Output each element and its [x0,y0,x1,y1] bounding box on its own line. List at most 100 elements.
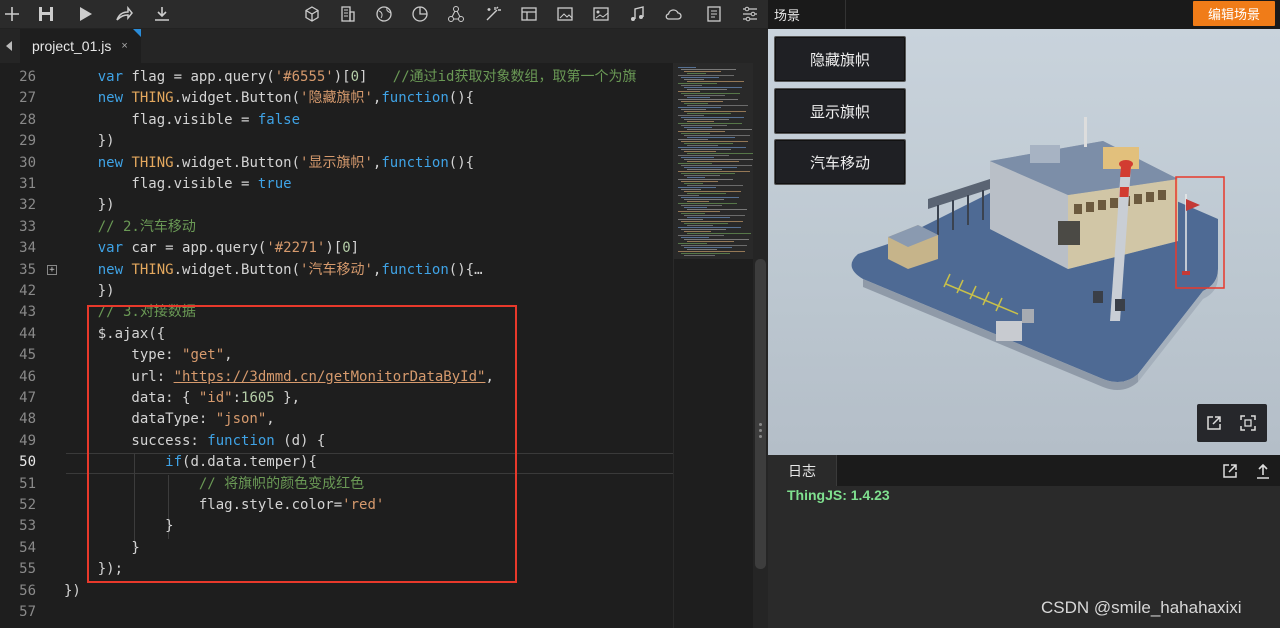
scene-viewport[interactable]: 隐藏旗帜 显示旗帜 汽车移动 [768,29,1280,455]
code-line[interactable]: 30 new THING.widget.Button('显示旗帜',functi… [0,153,673,174]
minimap-line [687,145,718,146]
edit-scene-button[interactable]: 编辑场景 [1193,1,1275,26]
minimap-line [681,229,726,230]
download-icon[interactable] [150,2,174,26]
minimap-line [681,125,727,126]
show-flag-button[interactable]: 显示旗帜 [774,88,906,134]
main-toolbar [0,0,768,29]
run-icon[interactable] [73,2,97,26]
line-number: 55 [19,561,36,578]
line-number: 28 [19,111,36,128]
open-external-icon[interactable] [1203,412,1225,434]
code-line[interactable]: 55 }); [0,559,673,580]
minimap-line [678,203,737,204]
minimap-line [684,87,742,88]
editor-scrollbar[interactable] [753,29,768,628]
flag-base [1182,271,1190,275]
code-line[interactable]: 57 [0,602,673,623]
code-line[interactable]: 42 }) [0,281,673,302]
globe-icon[interactable] [372,2,396,26]
code-line[interactable]: 26 var flag = app.query('#6555')[0] //通过… [0,67,673,88]
save-icon[interactable] [34,2,58,26]
minimap-line [678,195,699,196]
minimap-line [681,189,701,190]
notes-icon[interactable] [702,2,726,26]
code-line[interactable]: 54 } [0,538,673,559]
code-line[interactable]: 50 if(d.data.temper){ [0,452,673,473]
code-line[interactable]: 47 data: { "id":1605 }, [0,388,673,409]
code-line[interactable]: 28 flag.visible = false [0,110,673,131]
tab-scene[interactable]: 场景 [768,0,846,29]
line-number: 42 [19,283,36,299]
code-text: new THING.widget.Button('隐藏旗帜',function(… [97,90,475,107]
code-line[interactable]: 49 success: function (d) { [0,431,673,452]
code-editor[interactable]: 26 var flag = app.query('#6555')[0] //通过… [0,63,673,628]
magic-icon[interactable] [481,2,505,26]
splitter-handle[interactable] [757,420,763,448]
tab-log[interactable]: 日志 [768,455,837,486]
tab-scroll-left-icon[interactable] [0,29,18,63]
fullscreen-icon[interactable] [1237,412,1259,434]
line-number: 54 [19,539,36,556]
picture-icon[interactable] [589,2,613,26]
truck-cab [1022,309,1034,323]
minimap-line [684,255,715,256]
upload-icon[interactable] [1251,459,1275,483]
minimap-line [687,137,735,138]
close-icon[interactable]: × [121,40,127,52]
code-line[interactable]: 32 }) [0,195,673,216]
code-line[interactable]: 33 // 2.汽车移动 [0,217,673,238]
move-car-button[interactable]: 汽车移动 [774,139,906,185]
minimap-line [684,183,703,184]
hide-flag-button[interactable]: 隐藏旗帜 [774,36,906,82]
code-line[interactable]: 35 + new THING.widget.Button('汽车移动',funct… [0,260,673,281]
minimap-line [678,243,707,244]
minimap-line [681,109,706,110]
code-line[interactable]: 27 new THING.widget.Button('隐藏旗帜',functi… [0,88,673,109]
fold-expand-icon[interactable]: + [47,264,57,275]
minimap-line [684,191,741,192]
minimap-line [678,107,721,108]
settings-icon[interactable] [738,2,762,26]
code-line[interactable]: 44 $.ajax({ [0,324,673,345]
chart-icon[interactable] [408,2,432,26]
building-icon[interactable] [336,2,360,26]
open-external-icon[interactable] [1218,459,1242,483]
code-line[interactable]: 52 flag.style.color='red' [0,495,673,516]
minimap-line [684,95,725,96]
minimap-line [681,149,731,150]
minimap-line [687,177,705,178]
image-icon[interactable] [553,2,577,26]
line-number: 53 [19,518,36,535]
code-line[interactable]: 34 var car = app.query('#2271')[0] [0,238,673,259]
code-line[interactable]: 48 dataType: "json", [0,409,673,430]
cloud-icon[interactable] [661,2,685,26]
share-icon[interactable] [112,2,136,26]
building-door [1058,221,1080,245]
code-line[interactable]: 46 url: "https://3dmmd.cn/getMonitorData… [0,367,673,388]
minimap-line [681,253,730,254]
code-line[interactable]: 29 }) [0,131,673,152]
minimap-line [687,169,722,170]
minimap-line [684,103,708,104]
music-icon[interactable] [625,2,649,26]
roof-unit [1030,145,1060,163]
watermark: CSDN @smile_hahahaxixi [1041,598,1242,617]
layout-icon[interactable] [517,2,541,26]
minimap-line [678,115,704,116]
code-line[interactable]: 31 flag.visible = true [0,174,673,195]
code-line[interactable]: 43 // 3.对接数据 [0,302,673,323]
scroll-thumb[interactable] [755,259,766,569]
code-line[interactable]: 53 } [0,516,673,537]
tab-project-file[interactable]: project_01.js × [20,29,141,63]
code-line[interactable]: 56}) [0,581,673,602]
network-icon[interactable] [444,2,468,26]
code-text: }) [64,582,81,599]
add-icon[interactable] [0,2,24,26]
code-line[interactable]: 51 // 将旗帜的颜色变成红色 [0,474,673,495]
minimap-line [687,113,731,114]
line-number: 50 [19,454,36,471]
cube-icon[interactable] [300,2,324,26]
code-line[interactable]: 45 type: "get", [0,345,673,366]
minimap[interactable] [673,63,756,628]
